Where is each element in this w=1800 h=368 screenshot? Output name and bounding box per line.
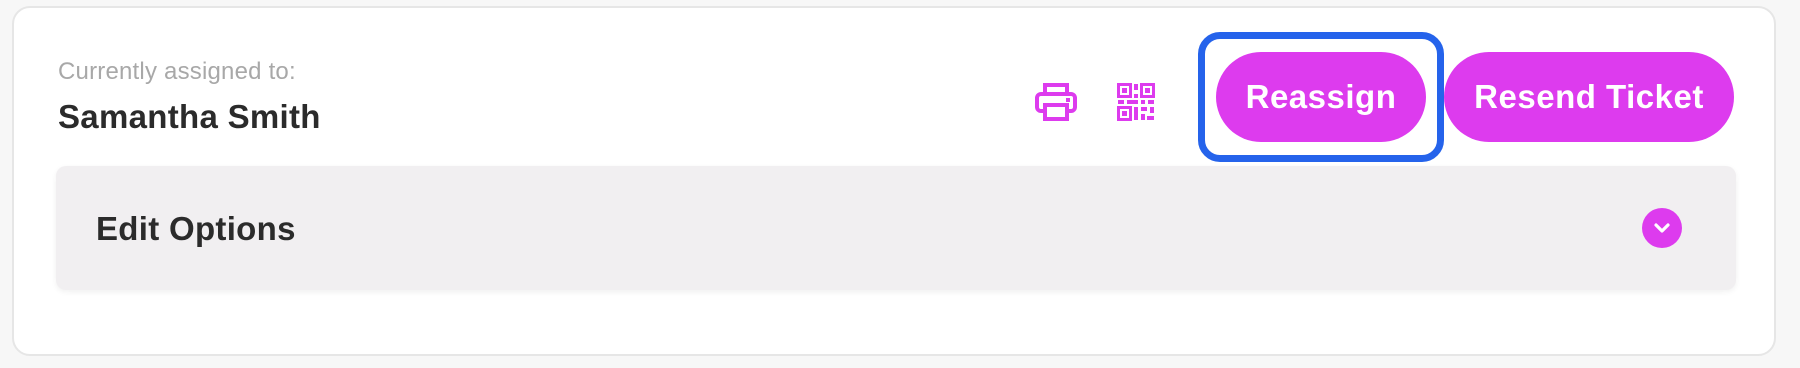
chevron-down-icon xyxy=(1654,223,1670,233)
assignment-label: Currently assigned to: xyxy=(58,58,296,85)
expand-toggle[interactable] xyxy=(1642,208,1682,248)
reassign-button[interactable]: Reassign xyxy=(1216,52,1426,142)
qr-code-icon xyxy=(1117,83,1155,121)
qr-code-button[interactable] xyxy=(1112,78,1160,126)
resend-ticket-button[interactable]: Resend Ticket xyxy=(1444,52,1734,142)
printer-icon xyxy=(1035,83,1077,121)
edit-options-accordion[interactable]: Edit Options xyxy=(56,166,1736,290)
ticket-assignment-card: Currently assigned to: Samantha Smith Re… xyxy=(12,6,1776,356)
print-button[interactable] xyxy=(1032,78,1080,126)
assignee-name: Samantha Smith xyxy=(58,98,321,135)
edit-options-title: Edit Options xyxy=(96,210,296,247)
